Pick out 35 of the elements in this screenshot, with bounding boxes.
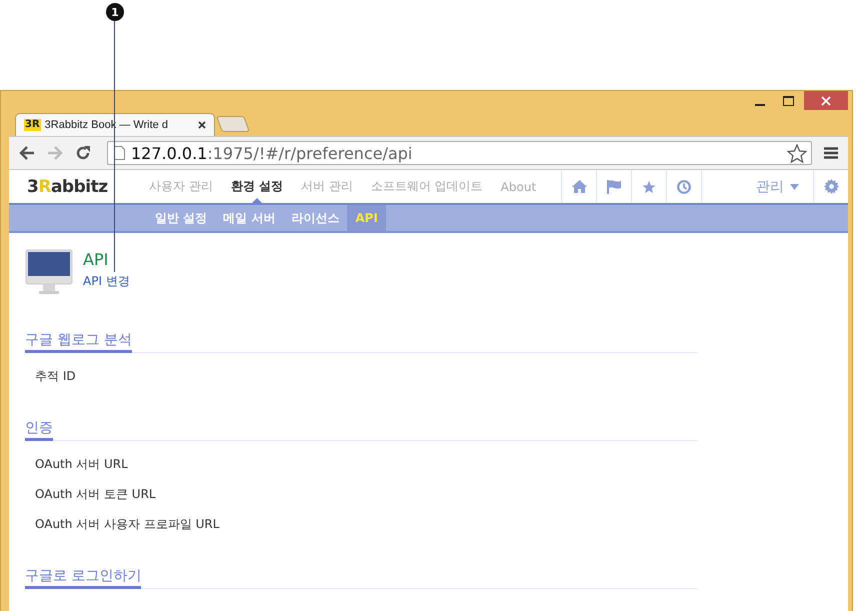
page-icon (114, 146, 125, 160)
sub-nav-tab[interactable]: 일반 설정 (147, 205, 216, 231)
nav-link[interactable]: 사용자 관리 (149, 170, 213, 203)
admin-menu[interactable]: 관리 (701, 170, 813, 203)
change-api-link[interactable]: API 변경 (83, 273, 130, 290)
section-title: 구글 웹로그 분석 (25, 331, 132, 353)
menu-icon[interactable] (824, 147, 838, 159)
nav-link[interactable]: 서버 관리 (301, 170, 353, 203)
monitor-icon (25, 249, 73, 295)
close-icon (821, 96, 831, 106)
page-title: API (83, 250, 110, 269)
address-bar[interactable]: 127.0.0.1:1975/!#/r/preference/api (107, 141, 812, 165)
sub-nav-tab[interactable]: API (347, 205, 386, 231)
caret-icon (790, 184, 799, 190)
field-label: OAuth 서버 사용자 프로파일 URL (35, 518, 220, 531)
nav-link[interactable]: About (500, 170, 536, 203)
callout-number: 1 (106, 3, 124, 21)
field-label: OAuth 서버 토큰 URL (35, 488, 157, 501)
minimize-icon (755, 104, 765, 106)
close-button[interactable] (804, 91, 848, 110)
close-icon[interactable] (198, 121, 206, 129)
sub-nav-tab[interactable]: 라이선스 (283, 205, 348, 231)
reload-icon[interactable] (75, 145, 91, 161)
back-icon[interactable] (19, 146, 35, 160)
tab-favicon: 3R (24, 119, 41, 131)
section-title: 인증 (25, 419, 53, 441)
maximize-icon (782, 96, 794, 106)
bookmark-star-icon[interactable] (787, 144, 807, 162)
nav-link[interactable]: 환경 설정 (230, 170, 284, 203)
section-title: 구글로 로그인하기 (25, 567, 142, 589)
app-logo[interactable]: 3Rabbitz (27, 176, 149, 196)
nav-link[interactable]: 소프트웨어 업데이트 (370, 170, 483, 203)
field-label: 추적 ID (35, 370, 77, 383)
sub-nav-tab[interactable]: 메일 서버 (215, 205, 284, 231)
field-label: OAuth 서버 URL (35, 458, 129, 471)
